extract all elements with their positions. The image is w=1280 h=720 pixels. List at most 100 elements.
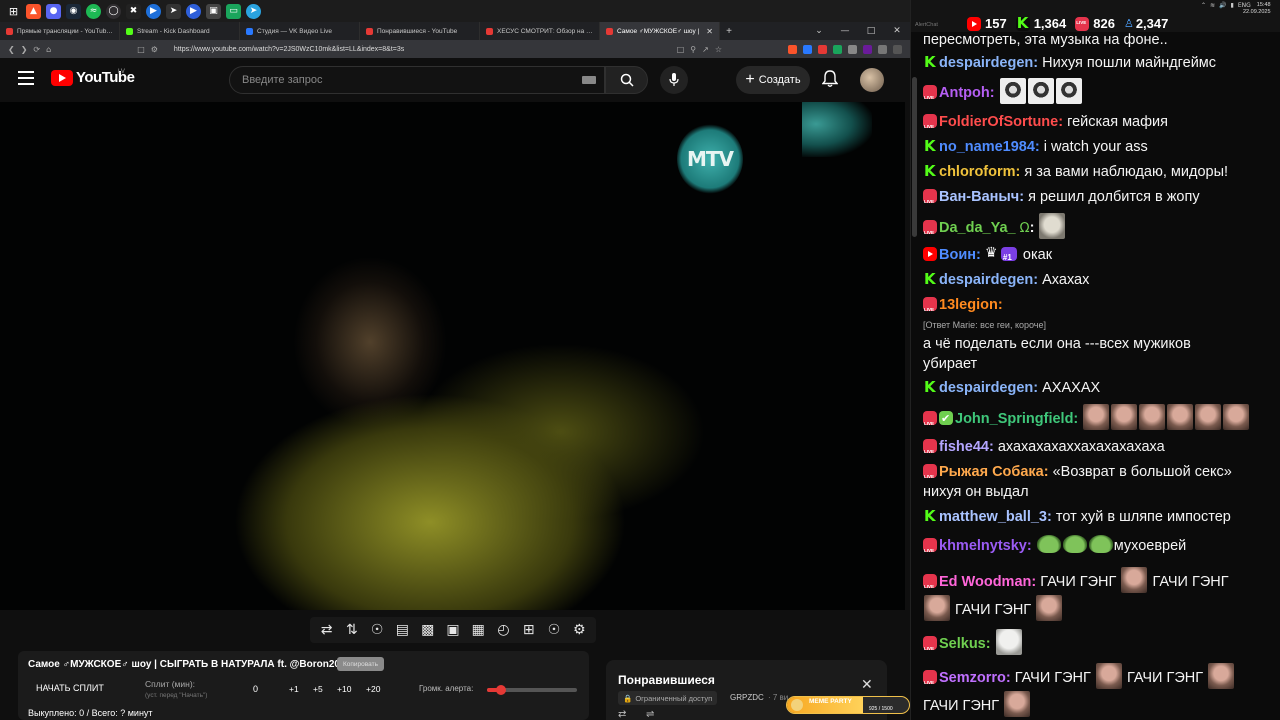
create-button[interactable]: + Создать <box>736 66 810 94</box>
chat-username[interactable]: FoldierOfSortune <box>939 114 1058 130</box>
add-1-button[interactable]: +1 <box>289 684 299 694</box>
chat-username[interactable]: Selkus <box>939 636 986 652</box>
sort-icon[interactable]: ⇅ <box>342 622 362 638</box>
browser-tab[interactable]: Студия — VK Видео Live <box>240 22 360 40</box>
brave-shield-icon[interactable] <box>788 44 797 54</box>
browser-tab[interactable]: Понравившиеся - YouTube <box>360 22 480 40</box>
add-clip-icon[interactable]: ⊞ <box>519 622 539 638</box>
wifi-icon[interactable]: ≋ <box>1210 2 1215 9</box>
chat-username[interactable]: no_name1984 <box>939 139 1035 155</box>
telegram-icon[interactable]: ➤ <box>246 3 261 19</box>
folder-icon[interactable]: ➤ <box>166 3 181 19</box>
youtube-icon[interactable]: ▣ <box>206 3 221 19</box>
playlist-owner[interactable]: GRPZDC <box>730 693 764 702</box>
alert-volume-thumb[interactable] <box>495 685 506 695</box>
capcut-icon[interactable]: ✖ <box>126 3 141 19</box>
chat-username[interactable]: chloroform <box>939 164 1016 180</box>
chat-username[interactable]: Рыжая Собака <box>939 464 1044 480</box>
close-icon[interactable]: ✕ <box>884 22 910 40</box>
volume-icon[interactable]: 🔊 <box>1219 2 1226 9</box>
chat-username[interactable]: despairdegen <box>939 272 1033 288</box>
screenshot-icon[interactable]: ☉ <box>544 622 564 638</box>
settings-icon[interactable]: ⚙ <box>569 622 589 638</box>
clapper-icon[interactable]: ▩ <box>418 622 438 638</box>
maximize-icon[interactable]: □ <box>858 22 884 40</box>
copy-button[interactable]: Копировать <box>337 657 384 671</box>
shuffle-icon[interactable]: ⇌ <box>646 709 654 720</box>
steam-icon[interactable]: ◉ <box>66 3 81 19</box>
notifications-button[interactable] <box>821 70 840 90</box>
zoom-icon[interactable]: ⚲ <box>690 45 696 54</box>
menu-icon[interactable] <box>893 44 902 54</box>
home-icon[interactable]: ⌂ <box>46 45 51 54</box>
chat-username[interactable]: 13legion <box>939 297 998 313</box>
loop-icon[interactable]: ⇄ <box>317 622 337 638</box>
discord-icon[interactable]: ● <box>46 3 61 19</box>
chat-username[interactable]: khmelnytsky <box>939 538 1027 554</box>
chat-username[interactable]: Da_da_Ya_ <box>939 220 1016 236</box>
chat-username[interactable]: Semzorro <box>939 670 1006 686</box>
search-button[interactable] <box>605 66 648 94</box>
chat-username[interactable]: Antpoh <box>939 85 990 101</box>
chevron-down-icon[interactable]: ⌄ <box>806 22 832 40</box>
voice-search-button[interactable] <box>660 66 688 94</box>
chat-username[interactable]: Воин <box>939 247 976 263</box>
chevron-up-icon[interactable]: ⌃ <box>1201 2 1206 9</box>
star-icon[interactable]: ☆ <box>715 45 722 54</box>
chat-username[interactable]: matthew_ball_3 <box>939 509 1047 525</box>
chat-username[interactable]: fishe44 <box>939 439 989 455</box>
start-icon[interactable]: ⊞ <box>6 3 21 19</box>
app-icon[interactable]: ▶ <box>146 3 161 19</box>
speed-icon[interactable]: ◴ <box>493 622 513 638</box>
site-settings-icon[interactable]: ⚙ <box>151 45 158 54</box>
battery-icon[interactable]: ▮ <box>1231 2 1234 9</box>
extension-icon[interactable] <box>818 44 827 54</box>
share-icon[interactable]: ↗ <box>702 45 709 54</box>
add-10-button[interactable]: +10 <box>337 684 351 694</box>
close-icon[interactable]: ✕ <box>706 27 713 36</box>
forward-icon[interactable]: ❯ <box>21 45 28 54</box>
browser-tab-active[interactable]: Самое ♂МУЖСКОЕ♂ шоу | ✕ <box>600 22 720 40</box>
cast-icon[interactable]: ▭ <box>226 3 241 19</box>
start-split-button[interactable]: НАЧАТЬ СПЛИТ <box>36 683 104 693</box>
close-icon[interactable]: ✕ <box>861 677 873 693</box>
extension-icon[interactable] <box>803 44 812 54</box>
chat-username[interactable]: Ван-Ваныч <box>939 189 1019 205</box>
add-5-button[interactable]: +5 <box>313 684 323 694</box>
new-tab-button[interactable]: + <box>720 22 738 40</box>
split-minutes-value[interactable]: 0 <box>253 684 258 694</box>
alert-volume-slider[interactable] <box>487 685 577 695</box>
broadcast-icon[interactable]: ☉ <box>367 622 387 638</box>
crop-icon[interactable]: ▦ <box>468 622 488 638</box>
spotify-icon[interactable]: ≈ <box>86 3 101 19</box>
playlist-title[interactable]: Понравившиеся <box>618 673 715 687</box>
back-icon[interactable]: ❮ <box>8 45 15 54</box>
bookmark-icon[interactable]: □ <box>137 45 145 54</box>
chat-username[interactable]: John_Springfield <box>955 411 1073 427</box>
loop-icon[interactable]: ⇄ <box>618 709 626 720</box>
extension-icon[interactable] <box>848 44 857 54</box>
hamburger-menu-icon[interactable] <box>18 71 34 85</box>
reload-icon[interactable]: ⟳ <box>33 45 40 54</box>
puzzle-icon[interactable] <box>878 44 887 54</box>
system-clock[interactable]: 15:48 22.09.2025 <box>1243 2 1271 16</box>
add-20-button[interactable]: +20 <box>366 684 380 694</box>
stats-icon[interactable]: ▤ <box>392 622 412 638</box>
chat-username[interactable]: Ed Woodman <box>939 574 1031 590</box>
obs-icon[interactable]: ◯ <box>106 3 121 19</box>
video-player[interactable]: MTV <box>0 102 905 610</box>
extension-icon[interactable] <box>863 44 872 54</box>
search-input[interactable] <box>242 74 582 86</box>
extension-icon[interactable] <box>833 44 842 54</box>
pip-icon[interactable]: ▣ <box>443 622 463 638</box>
url-field[interactable]: https://www.youtube.com/watch?v=2JS0WzC1… <box>174 46 671 53</box>
screen-icon[interactable]: □ <box>677 45 685 54</box>
chat-username[interactable]: despairdegen <box>939 380 1033 396</box>
brave-icon[interactable]: ▲ <box>26 3 41 19</box>
chat-username[interactable]: despairdegen <box>939 55 1033 71</box>
browser-tab[interactable]: Прямые трансляции - YouTube Stu <box>0 22 120 40</box>
browser-tab[interactable]: ХЕСУС СМОТРИТ: Обзор на пропа <box>480 22 600 40</box>
minimize-icon[interactable]: — <box>832 22 858 40</box>
chat-scrollbar[interactable] <box>912 77 917 237</box>
browser-tab[interactable]: Stream - Kick Dashboard <box>120 22 240 40</box>
